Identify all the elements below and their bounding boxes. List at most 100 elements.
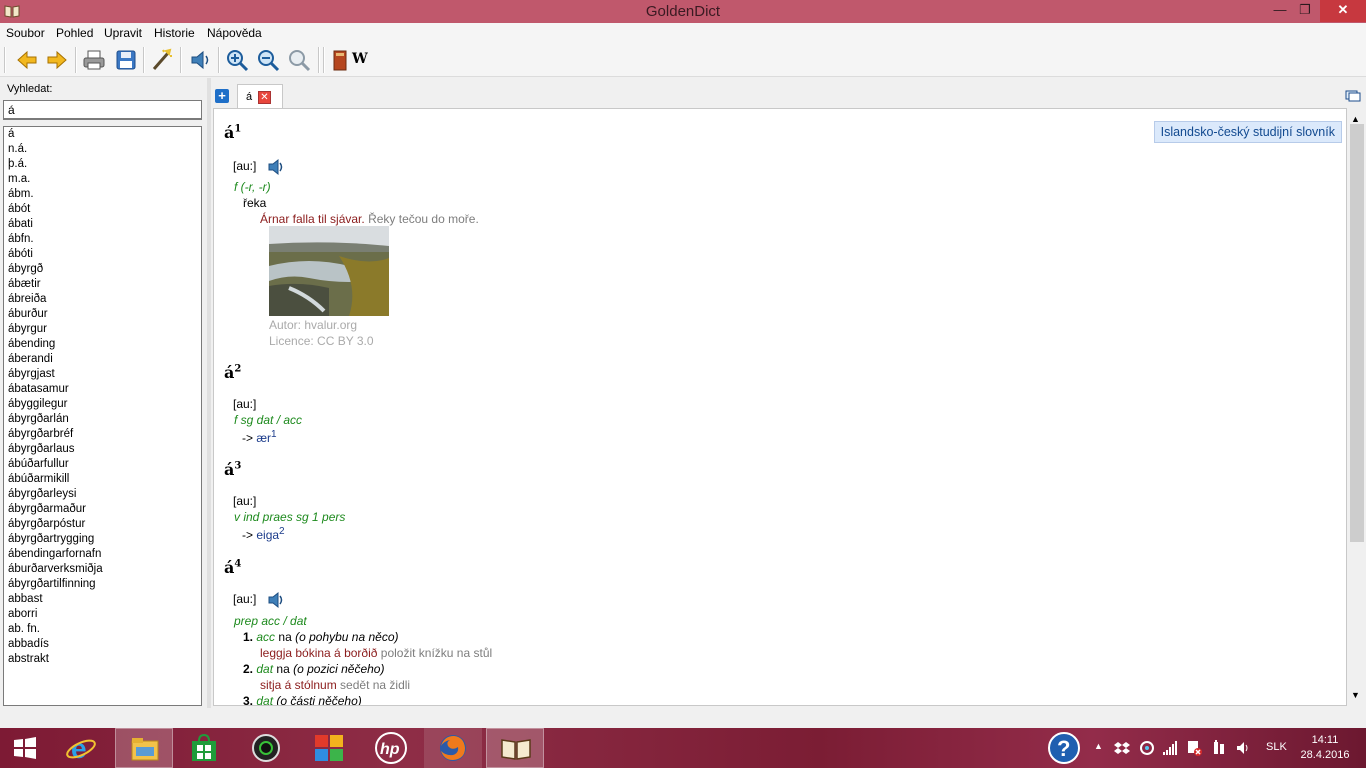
dropbox-icon[interactable]: [1114, 740, 1130, 756]
zoom-in-icon[interactable]: [225, 48, 249, 72]
show-hidden-icons-icon[interactable]: ▲: [1094, 741, 1103, 751]
sense-example: sitja á stólnum sedět na židli: [260, 678, 411, 692]
list-item[interactable]: ábyrgðarbréf: [4, 427, 201, 442]
window-title: GoldenDict: [645, 3, 721, 20]
zoom-reset-icon[interactable]: [287, 48, 311, 72]
file-explorer-taskbar-button[interactable]: [115, 728, 173, 768]
list-item[interactable]: ábyrgðartilfinning: [4, 577, 201, 592]
list-item[interactable]: ábfn.: [4, 232, 201, 247]
list-item[interactable]: n.á.: [4, 142, 201, 157]
volume-icon[interactable]: [1236, 740, 1252, 756]
article-view[interactable]: Islandsko-český studijní slovník á1 [au:…: [213, 108, 1347, 706]
maximize-button[interactable]: ❐: [1291, 0, 1319, 22]
list-item[interactable]: m.a.: [4, 172, 201, 187]
print-icon[interactable]: [82, 48, 106, 72]
list-item[interactable]: ábót: [4, 202, 201, 217]
list-item[interactable]: ábyrgðarlán: [4, 412, 201, 427]
list-item[interactable]: ábyrgjast: [4, 367, 201, 382]
list-item[interactable]: ábyrgðartrygging: [4, 532, 201, 547]
camera-app-icon[interactable]: [250, 733, 282, 763]
tab-list-icon[interactable]: [1345, 90, 1361, 102]
new-tab-button[interactable]: +: [215, 89, 229, 103]
list-item[interactable]: ábyrgðarleysi: [4, 487, 201, 502]
pronounce-icon[interactable]: [189, 48, 213, 72]
toolbar-separator: [75, 47, 77, 73]
battery-icon[interactable]: [1211, 740, 1227, 756]
taskbar: e hp ? ▲ SLK 14:11 28.4.2016: [0, 728, 1366, 768]
speaker-icon[interactable]: [267, 590, 287, 610]
goldendict-icon: [501, 739, 531, 760]
article-scrollbar[interactable]: ▲ ▼: [1348, 108, 1366, 706]
toolbar-separator: [4, 47, 6, 73]
reference-link[interactable]: ær1: [256, 429, 276, 445]
tab-close-icon[interactable]: ✕: [258, 91, 271, 104]
list-item[interactable]: ábætir: [4, 277, 201, 292]
close-button[interactable]: ✕: [1320, 0, 1366, 22]
list-item[interactable]: ábendingarfornafn: [4, 547, 201, 562]
list-item[interactable]: ábm.: [4, 187, 201, 202]
menu-upravit[interactable]: Upravit: [104, 26, 142, 40]
hp-icon[interactable]: hp: [374, 732, 408, 764]
dictionary-book-icon[interactable]: [328, 48, 352, 72]
list-item[interactable]: ábóti: [4, 247, 201, 262]
list-item[interactable]: ábúðarfullur: [4, 457, 201, 472]
menu-pohled[interactable]: Pohled: [56, 26, 93, 40]
firefox-icon: [440, 735, 466, 761]
back-icon[interactable]: [15, 48, 39, 72]
pinwheel-app-icon[interactable]: [313, 733, 345, 763]
list-item[interactable]: ábúðarmikill: [4, 472, 201, 487]
zoom-out-icon[interactable]: [256, 48, 280, 72]
list-item[interactable]: ábatasamur: [4, 382, 201, 397]
river-photo[interactable]: [269, 226, 389, 316]
pronunciation: [au:]: [233, 592, 257, 606]
sync-icon[interactable]: [1139, 740, 1155, 756]
list-item[interactable]: abstrakt: [4, 652, 201, 667]
speaker-icon[interactable]: [267, 157, 287, 177]
store-icon[interactable]: [189, 734, 219, 762]
language-indicator[interactable]: SLK: [1266, 741, 1287, 753]
save-icon[interactable]: [114, 48, 138, 72]
list-item[interactable]: áburður: [4, 307, 201, 322]
scroll-down-icon[interactable]: ▼: [1351, 690, 1360, 700]
windows-start-icon[interactable]: [10, 736, 40, 760]
dictionary-name-badge[interactable]: Islandsko-český studijní slovník: [1153, 121, 1342, 143]
list-item[interactable]: ábreiða: [4, 292, 201, 307]
word-list[interactable]: á n.á. þ.á. m.a. ábm. ábót ábati ábfn. á…: [3, 126, 202, 706]
list-item[interactable]: áberandi: [4, 352, 201, 367]
menu-napoveda[interactable]: Nápověda: [207, 26, 262, 40]
wifi-signal-icon[interactable]: [1162, 740, 1178, 756]
reference-link[interactable]: eiga2: [256, 526, 284, 542]
forward-icon[interactable]: [45, 48, 69, 72]
tab-a[interactable]: á ✕: [237, 84, 283, 108]
list-item[interactable]: ábati: [4, 217, 201, 232]
network-alert-icon[interactable]: [1186, 740, 1202, 756]
list-item[interactable]: ábending: [4, 337, 201, 352]
goldendict-taskbar-button[interactable]: [486, 728, 544, 768]
list-item[interactable]: ábyrgð: [4, 262, 201, 277]
list-item[interactable]: ábyggilegur: [4, 397, 201, 412]
list-item[interactable]: ábyrgur: [4, 322, 201, 337]
internet-explorer-icon[interactable]: e: [64, 732, 98, 764]
scrollbar-thumb[interactable]: [1350, 124, 1364, 542]
list-item[interactable]: ábyrgðarmaður: [4, 502, 201, 517]
menu-historie[interactable]: Historie: [154, 26, 195, 40]
wikipedia-icon[interactable]: W: [352, 51, 368, 67]
help-icon[interactable]: ?: [1047, 732, 1081, 764]
list-item[interactable]: aborri: [4, 607, 201, 622]
list-item[interactable]: ab. fn.: [4, 622, 201, 637]
list-item[interactable]: ábyrgðarpóstur: [4, 517, 201, 532]
clock[interactable]: 14:11 28.4.2016: [1300, 733, 1350, 763]
firefox-taskbar-button[interactable]: [424, 728, 482, 768]
list-item[interactable]: ábyrgðarlaus: [4, 442, 201, 457]
list-item[interactable]: abbast: [4, 592, 201, 607]
menu-soubor[interactable]: Soubor: [6, 26, 45, 40]
search-input[interactable]: á: [3, 100, 202, 120]
scroll-up-icon[interactable]: ▲: [1351, 114, 1360, 124]
scan-popup-icon[interactable]: [150, 48, 174, 72]
minimize-button[interactable]: —: [1266, 0, 1294, 22]
toolbar: W: [0, 43, 1366, 77]
list-item[interactable]: þ.á.: [4, 157, 201, 172]
list-item[interactable]: á: [4, 127, 201, 142]
list-item[interactable]: áburðarverksmiðja: [4, 562, 201, 577]
list-item[interactable]: abbadís: [4, 637, 201, 652]
